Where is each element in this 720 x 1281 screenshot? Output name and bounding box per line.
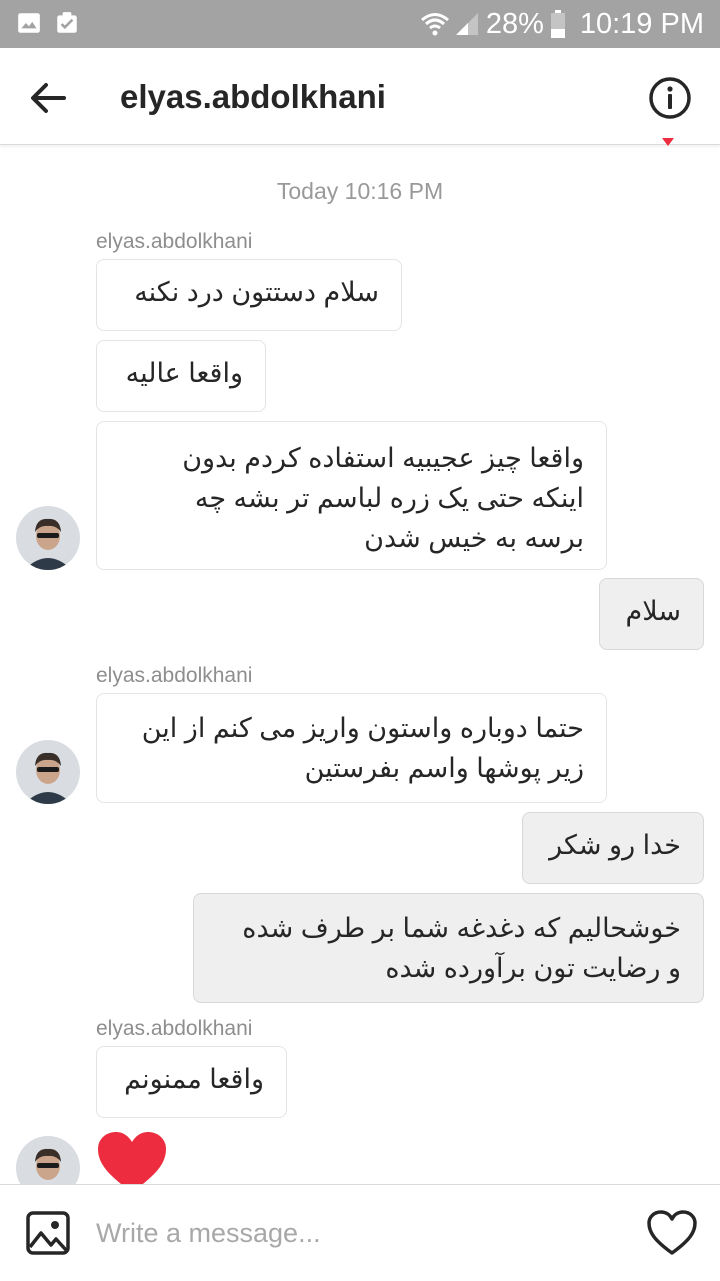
message-text: سلام (625, 596, 681, 626)
message-line: و رضایت تون برآورده شده (385, 953, 681, 983)
message-line: اینکه حتی یک زره لباسم تر بشه چه (194, 483, 584, 513)
message-bubble-incoming[interactable]: سلام دستتون درد نکنه (96, 259, 402, 331)
message-line: زیر پوشها واسم بفرستین (304, 753, 584, 783)
message-text: خدا رو شکر (549, 830, 681, 860)
image-icon (18, 13, 40, 33)
clipboard-check-icon (57, 12, 77, 33)
message-text: سلام دستتون درد نکنه (134, 277, 379, 307)
message-line: برسه به خیس شدن (364, 523, 584, 553)
avatar[interactable] (16, 506, 80, 570)
wifi-icon (420, 13, 449, 36)
gallery-icon[interactable] (24, 1209, 72, 1257)
message-line: خوشحالیم که دغدغه شما بر طرف شده (242, 913, 681, 943)
sender-name: elyas.abdolkhani (96, 664, 253, 687)
avatar[interactable] (16, 740, 80, 804)
message-bubble-incoming[interactable]: واقعا ممنونم (96, 1046, 287, 1118)
signal-icon (455, 13, 478, 35)
sender-name: elyas.abdolkhani (96, 1017, 253, 1040)
message-text: واقعا ممنونم (124, 1064, 264, 1094)
battery-percent: 28% (485, 7, 544, 40)
message-line: واقعا چیز عجیبیه استفاده کردم بدون (182, 443, 584, 473)
message-bubble-incoming[interactable]: حتما دوباره واستون واریز می کنم از این ز… (96, 693, 607, 803)
heart-icon[interactable] (646, 1209, 698, 1257)
message-bubble-incoming[interactable]: واقعا چیز عجیبیه استفاده کردم بدون اینکه… (96, 421, 607, 570)
back-arrow-icon[interactable] (24, 74, 72, 122)
notification-dot (662, 138, 674, 146)
message-text: واقعا عالیه (125, 358, 243, 388)
clock: 10:19 PM (579, 7, 704, 40)
message-bubble-outgoing[interactable]: خدا رو شکر (522, 812, 704, 884)
message-composer (0, 1184, 720, 1281)
message-input[interactable] (96, 1207, 616, 1259)
thread-username[interactable]: elyas.abdolkhani (120, 78, 386, 116)
message-line: حتما دوباره واستون واریز می کنم از این (141, 713, 584, 743)
message-bubble-incoming[interactable]: واقعا عالیه (96, 340, 266, 412)
sender-name: elyas.abdolkhani (96, 230, 253, 253)
date-separator: Today 10:16 PM (276, 178, 444, 204)
message-bubble-outgoing[interactable]: خوشحالیم که دغدغه شما بر طرف شده و رضایت… (193, 893, 704, 1003)
info-icon[interactable] (646, 74, 694, 122)
battery-icon (550, 10, 565, 38)
thread-header: elyas.abdolkhani (0, 48, 720, 145)
message-bubble-outgoing[interactable]: سلام (599, 578, 704, 650)
status-bar: 28% 10:19 PM (0, 0, 720, 48)
